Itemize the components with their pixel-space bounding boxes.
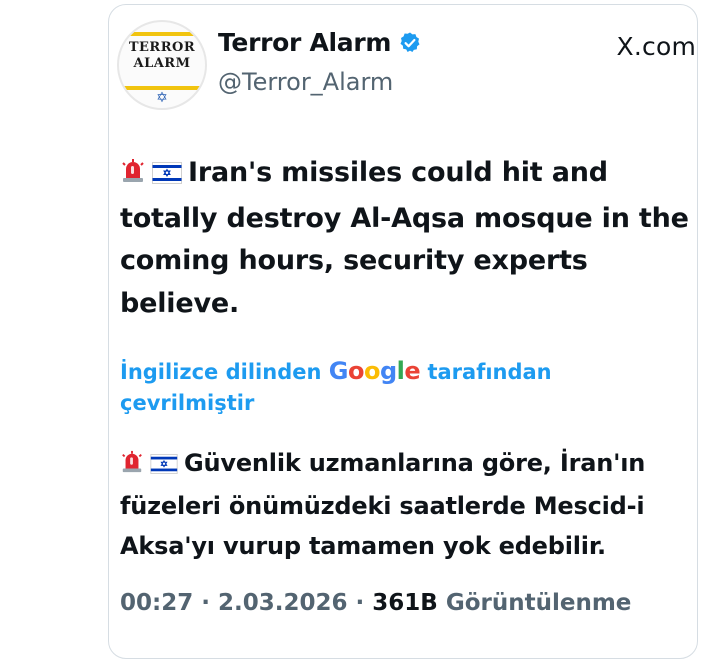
- google-logo: Google: [328, 357, 421, 385]
- meta-separator: ·: [355, 590, 365, 616]
- post-text-content: Iran's missiles could hit and totally de…: [120, 157, 689, 319]
- translation-prefix: İngilizce dilinden: [120, 360, 322, 384]
- views-label: Görüntülenme: [445, 590, 632, 616]
- post-date[interactable]: 2.03.2026: [218, 590, 348, 616]
- avatar-logo-line2: ALARM: [133, 56, 191, 71]
- translation-notice[interactable]: İngilizce dilinden Google tarafından çev…: [120, 356, 620, 419]
- rotating-light-icon: [120, 155, 146, 198]
- post-time[interactable]: 00:27: [120, 590, 193, 616]
- avatar-stripe-top: [119, 32, 205, 36]
- display-name[interactable]: Terror Alarm: [218, 28, 391, 57]
- star-of-david-icon: ✡: [156, 90, 168, 106]
- israel-flag-icon: [152, 155, 182, 198]
- avatar-logo-line1: TERROR: [128, 40, 196, 55]
- translated-post-content: Güvenlik uzmanlarına göre, İran'ın füzel…: [120, 449, 646, 560]
- author-name-row: Terror Alarm: [218, 28, 422, 57]
- translated-post-text: Güvenlik uzmanlarına göre, İran'ın füzel…: [120, 443, 700, 566]
- israel-flag-icon: [150, 446, 178, 486]
- meta-separator: ·: [201, 590, 210, 616]
- views-count: 361B: [372, 590, 438, 616]
- author-handle[interactable]: @Terror_Alarm: [218, 68, 393, 96]
- x-logo-link[interactable]: X.com: [617, 32, 696, 61]
- avatar[interactable]: TERROR ALARM ✡: [117, 20, 207, 110]
- post-meta: 00:27 · 2.03.2026 · 361B Görüntülenme: [120, 590, 631, 616]
- post-text: Iran's missiles could hit and totally de…: [120, 152, 700, 325]
- verified-badge-icon: [400, 32, 420, 52]
- avatar-logo-text: TERROR ALARM: [119, 40, 205, 72]
- rotating-light-icon: [120, 446, 144, 486]
